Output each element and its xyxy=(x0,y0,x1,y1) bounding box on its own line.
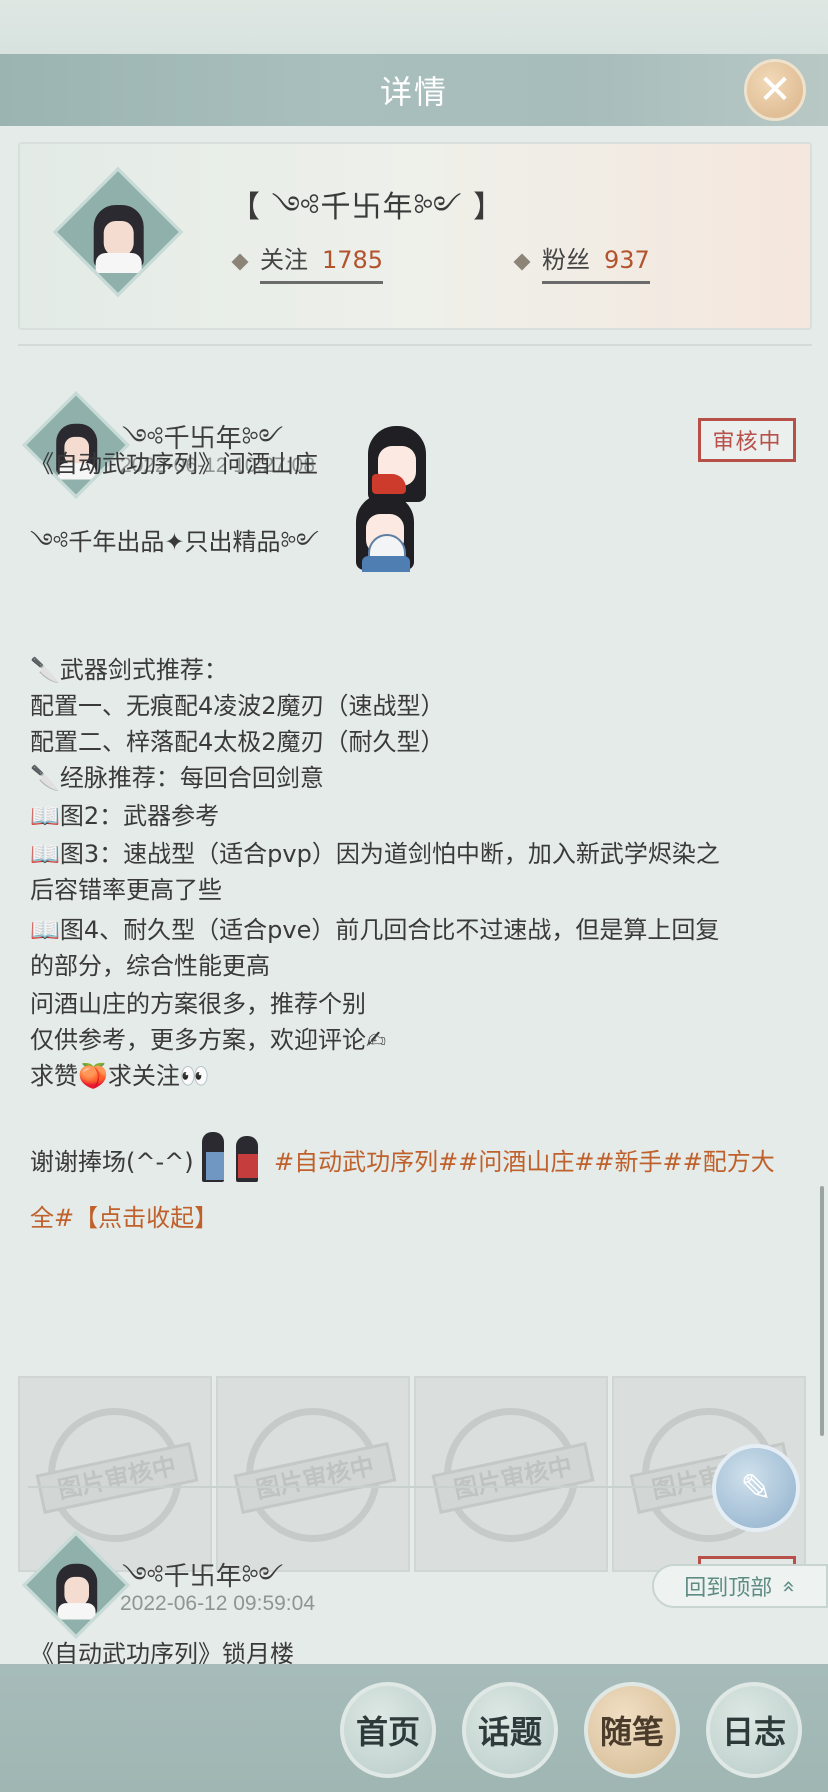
fans-label: 粉丝 xyxy=(542,246,590,274)
fans-count: 937 xyxy=(604,246,650,274)
scrollbar[interactable] xyxy=(820,1186,824,1436)
follow-stat[interactable]: 关注 1785 xyxy=(231,240,384,284)
post-line: 📖图4、耐久型（适合pve）前几回合比不过速战，但是算上回复 xyxy=(30,916,720,944)
post-line: 📖图2：武器参考 xyxy=(30,802,220,830)
sticker-girl-fan-icon xyxy=(362,426,432,504)
write-post-button[interactable]: ✎ xyxy=(712,1444,800,1532)
nav-journal[interactable]: 日志 xyxy=(706,1682,802,1778)
review-status-stamp: 审核中 xyxy=(698,418,796,462)
status-bar-area xyxy=(0,0,828,60)
image-thumbnail[interactable]: 图片审核中 xyxy=(18,1376,212,1572)
brush-scroll-icon: ✎ xyxy=(740,1466,772,1510)
image-thumbnail[interactable]: 图片审核中 xyxy=(216,1376,410,1572)
hashtags-continued[interactable]: 全# xyxy=(30,1204,74,1232)
back-to-top-button[interactable]: 回到顶部 » xyxy=(652,1564,828,1608)
avatar-image xyxy=(90,204,148,273)
nav-essays[interactable]: 随笔 xyxy=(584,1682,680,1778)
post-line: 后容错率更高了些 xyxy=(30,876,222,904)
collapse-link[interactable]: 【点击收起】 xyxy=(74,1204,218,1232)
profile-card: 【 ༺千卐年༻ 】 关注 1785 粉丝 937 xyxy=(18,142,812,330)
post-timestamp: 2022-06-12 09:59:04 xyxy=(120,1592,315,1615)
divider xyxy=(18,344,812,346)
double-chevron-up-icon: » xyxy=(776,1579,802,1593)
sticker-couple-icon xyxy=(198,1130,268,1186)
post-line: 🔪武器剑式推荐： xyxy=(30,656,228,684)
header-bar: 详情 ✕ xyxy=(0,54,828,126)
close-button[interactable]: ✕ xyxy=(744,59,806,121)
close-icon: ✕ xyxy=(758,67,792,113)
post-line: 仅供参考，更多方案，欢迎评论✍ xyxy=(30,1026,387,1054)
nav-topics[interactable]: 话题 xyxy=(462,1682,558,1778)
follow-label: 关注 xyxy=(260,246,308,274)
follow-count: 1785 xyxy=(322,246,384,274)
sticker-girl-folding-fan-icon xyxy=(350,494,420,572)
nav-home[interactable]: 首页 xyxy=(340,1682,436,1778)
thanks-text: 谢谢捧场(^-^) xyxy=(30,1148,194,1176)
post-line: 📖图3：速战型（适合pvp）因为道剑怕中断，加入新武学烬染之 xyxy=(30,840,720,868)
post-line: 问酒山庄的方案很多，推荐个别 xyxy=(30,990,366,1018)
post-line: 🔪经脉推荐：每回合回剑意 xyxy=(30,764,324,792)
back-to-top-label: 回到顶部 xyxy=(684,1576,773,1601)
hashtags[interactable]: #自动武功序列##问酒山庄##新手##配方大 xyxy=(274,1142,775,1177)
diamond-bullet-icon xyxy=(231,253,249,271)
profile-avatar[interactable] xyxy=(52,166,184,298)
post-line: 配置一、无痕配4凌波2魔刃（速战型） xyxy=(30,692,445,720)
diamond-bullet-icon xyxy=(513,253,531,271)
post-line: 《自动武功序列》问酒山庄 xyxy=(30,450,318,478)
post-divider xyxy=(28,1486,800,1488)
fans-stat[interactable]: 粉丝 937 xyxy=(513,240,650,284)
detail-panel: 【 ༺千卐年༻ 】 关注 1785 粉丝 937 ༺千卐年༻ 2022-06-12 … xyxy=(0,126,828,1666)
image-thumbnail[interactable]: 图片审核中 xyxy=(414,1376,608,1572)
post-line: 的部分，综合性能更高 xyxy=(30,952,270,980)
page-title: 详情 xyxy=(379,73,448,111)
post-line: 求赞🍑求关注👀 xyxy=(30,1062,210,1090)
post-line: 配置二、梓落配4太极2魔刃（耐久型） xyxy=(30,728,445,756)
bottom-nav: 首页 话题 随笔 日志 xyxy=(0,1664,828,1792)
post-line: ༺千年出品✦只出精品༻ xyxy=(30,528,319,556)
